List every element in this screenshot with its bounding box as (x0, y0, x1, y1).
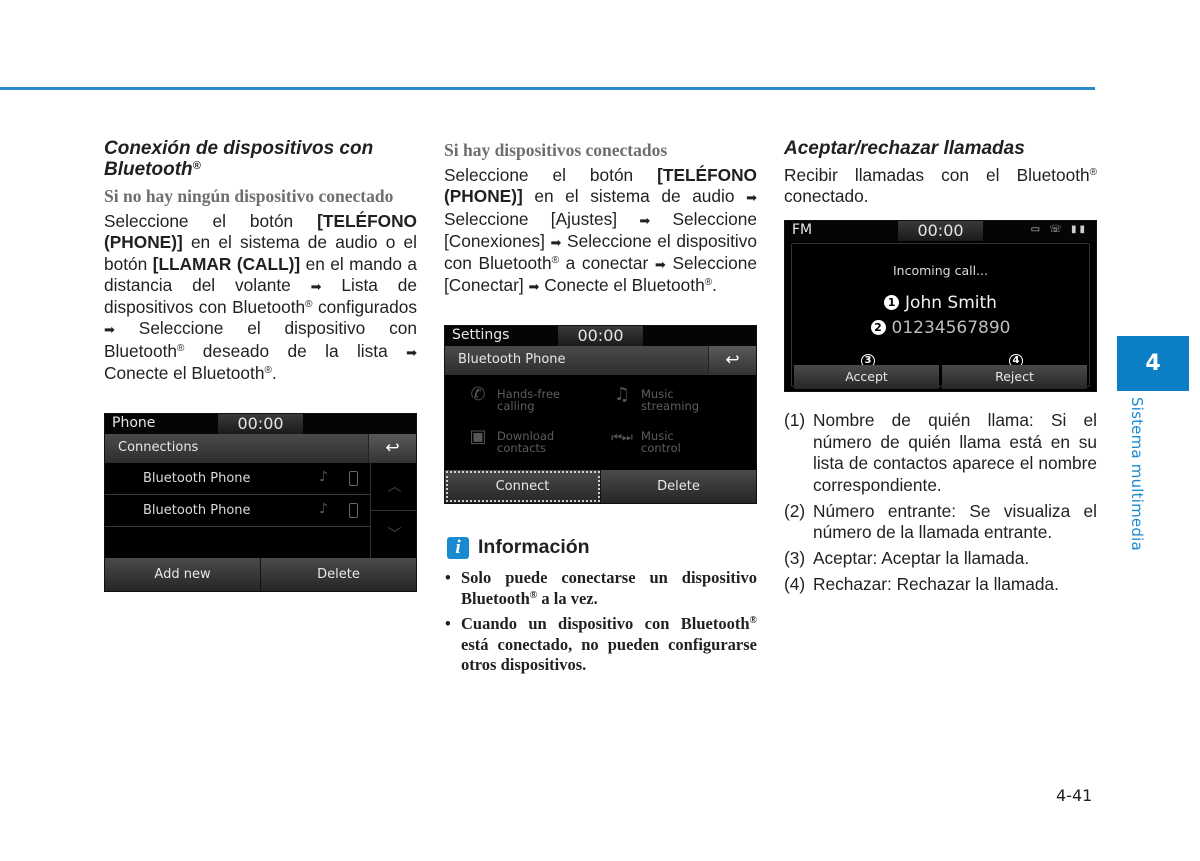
status-bar: FM 00:00 ▭ ☏ ▮▮ (785, 221, 1096, 241)
screen-title: Bluetooth Phone (458, 352, 566, 367)
feature-music-streaming: ♫ Music streaming (614, 386, 699, 413)
arrow-icon: ➡ (406, 344, 417, 360)
back-button[interactable]: ↩ (368, 434, 416, 463)
device-list: Bluetooth Phone ♪ Bluetooth Phone ♪ (105, 463, 370, 560)
skip-track-icon: ⏮⏭ (611, 430, 633, 444)
arrow-icon: ➡ (528, 279, 540, 295)
status-bar: Phone 00:00 (105, 414, 416, 434)
call-actions: Accept Reject (794, 365, 1087, 389)
audio-streaming-icon: ♪ (319, 501, 328, 517)
handset-icon: ✆ (470, 384, 486, 405)
list-scroller: ︿ ﹀ (370, 463, 416, 560)
clock: 00:00 (218, 414, 303, 434)
title-bar: Connections ↩ (105, 434, 416, 463)
device-name: Bluetooth Phone (143, 503, 251, 518)
back-button[interactable]: ↩ (708, 346, 756, 375)
screen-title: Connections (118, 440, 199, 455)
clock: 00:00 (898, 221, 983, 241)
calls-intro: Recibir llamadas con el Bluetooth® conec… (784, 165, 1097, 207)
info-title: Información (478, 536, 590, 558)
chevron-down-icon: ﹀ (387, 527, 402, 543)
instructions-no-device: Seleccione el botón [TELÉFONO (PHONE)] e… (104, 211, 418, 384)
feature-hands-free: ✆ Hands-free calling (470, 386, 560, 413)
battery-signal-icon: ▭ ☏ ▮▮ (1030, 224, 1088, 235)
contacts-book-icon: ▣ (469, 426, 487, 447)
title-bar: Bluetooth Phone ↩ (445, 346, 756, 375)
phone-icon (349, 503, 358, 518)
add-new-button[interactable]: Add new (105, 558, 261, 591)
accept-button[interactable]: Accept (794, 365, 939, 389)
legend-item: (4) Rechazar: Rechazar la llamada. (784, 574, 1059, 594)
info-heading: i Información (447, 536, 590, 559)
callout-1: 1 (884, 295, 900, 310)
action-buttons: Connect Delete (445, 470, 756, 503)
arrow-icon: ➡ (746, 190, 757, 206)
column-1: Conexión de dispositivos con Bluetooth® … (104, 138, 417, 384)
info-bullet: Cuando un dispositivo con Bluetooth® est… (444, 614, 757, 676)
instructions-connected: Seleccione el botón [TELÉFONO (PHONE)] e… (444, 165, 758, 296)
mode-label: Phone (112, 415, 156, 431)
arrow-icon: ➡ (310, 278, 322, 294)
audio-streaming-icon: ♪ (319, 469, 328, 485)
caller-number: 2 01234567890 (785, 318, 1096, 338)
subheading-no-device: Si no hay ningún dispositivo conectado (104, 186, 394, 206)
column-2: Si hay dispositivos conectados Seleccion… (444, 138, 757, 298)
info-icon: i (447, 536, 469, 559)
action-buttons: Add new Delete (105, 558, 416, 591)
column-3: Aceptar/rechazar llamadas Recibir llamad… (784, 138, 1097, 208)
arrow-icon: ➡ (550, 234, 562, 250)
phone-icon (349, 471, 358, 486)
scroll-up-button[interactable]: ︿ (371, 463, 416, 511)
back-arrow-icon: ↩ (725, 350, 740, 370)
incoming-call-label: Incoming call... (892, 263, 988, 278)
phone-connections-screen: Phone 00:00 Connections ↩ Bluetooth Phon… (104, 413, 417, 592)
callout-2: 2 (870, 320, 886, 335)
caller-name: 1 John Smith (785, 293, 1096, 313)
callout-legend: (1) Nombre de quién llama: Si el número d… (784, 410, 1097, 600)
chapter-label: Sistema multimedia (1128, 397, 1146, 551)
mode-label: FM (792, 222, 813, 238)
chevron-up-icon: ︿ (387, 479, 402, 495)
bluetooth-settings-screen: Settings 00:00 Bluetooth Phone ↩ ✆ Hands… (444, 325, 757, 504)
list-item[interactable]: Bluetooth Phone ♪ (105, 495, 370, 527)
back-arrow-icon: ↩ (385, 438, 400, 458)
section-heading: Conexión de dispositivos con Bluetooth® (104, 138, 374, 180)
scroll-down-button[interactable]: ﹀ (371, 511, 416, 559)
arrow-icon: ➡ (654, 257, 666, 273)
info-bullets: Solo puede conectarse un dispositivo Blu… (444, 568, 757, 681)
subheading-connected: Si hay dispositivos conectados (444, 140, 668, 160)
mode-label: Settings (452, 327, 510, 343)
chapter-tab: 4 (1117, 336, 1189, 391)
feature-music-control: ⏮⏭ Music control (611, 429, 681, 455)
connect-button[interactable]: Connect (445, 470, 601, 503)
list-item[interactable]: Bluetooth Phone ♪ (105, 463, 370, 495)
arrow-icon: ➡ (104, 322, 115, 338)
legend-item: (1) Nombre de quién llama: Si el número d… (784, 410, 1097, 495)
header-rule (0, 87, 1095, 90)
arrow-icon: ➡ (639, 212, 651, 228)
section-heading-calls: Aceptar/rechazar llamadas (784, 138, 1025, 159)
device-name: Bluetooth Phone (143, 471, 251, 486)
page-number: 4-41 (1056, 786, 1093, 805)
delete-button[interactable]: Delete (601, 470, 756, 503)
legend-item: (2) Número entrante: Se visualiza el núme… (784, 500, 1097, 543)
status-bar: Settings 00:00 (445, 326, 756, 346)
info-bullet: Solo puede conectarse un dispositivo Blu… (444, 568, 757, 609)
legend-item: (3) Aceptar: Aceptar la llamada. (784, 548, 1030, 568)
clock: 00:00 (558, 326, 643, 346)
feature-download-contacts: ▣ Download contacts (469, 428, 554, 455)
incoming-call-screen: FM 00:00 ▭ ☏ ▮▮ Incoming call... 1 John S… (784, 220, 1097, 392)
reject-button[interactable]: Reject (942, 365, 1087, 389)
delete-button[interactable]: Delete (261, 558, 416, 591)
bluetooth-music-icon: ♫ (613, 384, 631, 405)
